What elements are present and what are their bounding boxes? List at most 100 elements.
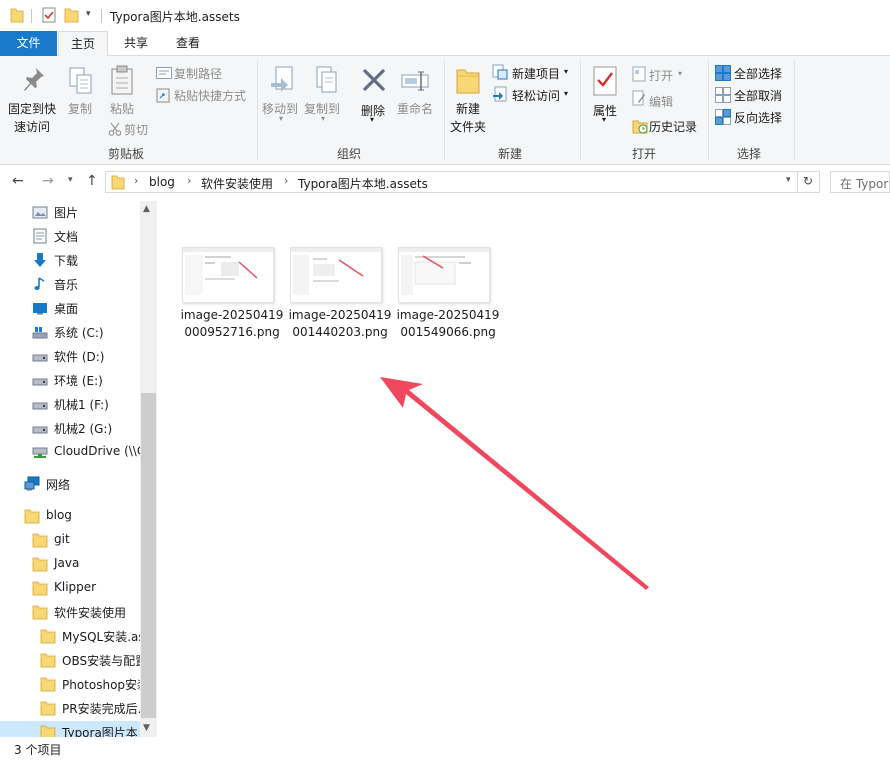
refresh-button[interactable]: ↻ xyxy=(798,171,820,193)
nav-item-drive-f[interactable]: 机械1 (F:) xyxy=(0,393,140,415)
file-list-view[interactable]: image-20250419000952716.png image-202504… xyxy=(157,201,890,737)
search-box[interactable]: 在 Typor xyxy=(830,171,890,193)
history-label: 历史记录 xyxy=(649,120,698,134)
group-label-clipboard: 剪贴板 xyxy=(108,147,145,161)
forward-arrow-icon[interactable]: → xyxy=(42,173,54,189)
download-icon xyxy=(32,252,48,268)
image-thumbnail xyxy=(182,247,274,303)
tab-share[interactable]: 共享 xyxy=(112,31,160,56)
file-name: image-20250419000952716.png xyxy=(180,308,284,339)
nav-item-typora-assets[interactable]: Typora图片本 xyxy=(0,721,140,737)
history-icon xyxy=(632,118,648,137)
scroll-up-icon[interactable]: ▲ xyxy=(143,204,150,214)
open-dropdown-icon: ▾ xyxy=(678,69,683,78)
nav-item-desktop[interactable]: 桌面 xyxy=(0,297,140,319)
file-item[interactable]: image-20250419001549066.png xyxy=(393,247,499,367)
nav-item-music[interactable]: 音乐 xyxy=(0,273,140,295)
nav-item-klipper[interactable]: Klipper xyxy=(0,577,140,599)
scrollbar-thumb[interactable] xyxy=(141,393,156,718)
invert-selection-icon xyxy=(715,109,731,128)
up-arrow-icon[interactable]: ↑ xyxy=(86,173,98,189)
open-icon xyxy=(632,66,646,85)
new-folder-label-line2: 文件夹 xyxy=(450,120,487,134)
pin-icon xyxy=(22,66,46,97)
network-drive-icon xyxy=(32,444,48,460)
network-icon xyxy=(24,476,40,492)
invert-selection-label: 反向选择 xyxy=(734,111,783,125)
nav-item-downloads[interactable]: 下载 xyxy=(0,249,140,271)
properties-quick-access-icon[interactable] xyxy=(41,7,57,26)
back-arrow-icon[interactable]: ← xyxy=(12,173,24,189)
select-all-label: 全部选择 xyxy=(734,67,783,81)
system-drive-icon xyxy=(32,324,48,340)
tab-view[interactable]: 查看 xyxy=(164,31,212,56)
new-item-label: 新建项目 xyxy=(512,67,561,81)
nav-item-drive-c[interactable]: 系统 (C:) xyxy=(0,321,140,343)
customize-quick-access-icon[interactable]: ▾ xyxy=(86,9,91,19)
ribbon-tabs: 文件 主页 共享 查看 xyxy=(0,31,890,57)
breadcrumb-current[interactable]: Typora图片本地.assets xyxy=(298,175,428,192)
nav-item-obs[interactable]: OBS安装与配置 xyxy=(0,649,140,671)
folder-icon xyxy=(40,628,56,644)
navigation-pane[interactable]: 图片 文档 下载 音乐 桌面 系统 (C:) 软件 (D:) 环境 (E:) 机… xyxy=(0,201,157,737)
breadcrumb-separator-icon[interactable]: › xyxy=(134,174,138,187)
music-icon xyxy=(32,276,48,292)
nav-item-drive-g[interactable]: 机械2 (G:) xyxy=(0,417,140,439)
nav-item-pr[interactable]: PR安装完成后. xyxy=(0,697,140,719)
delete-dropdown-icon: ▾ xyxy=(370,115,375,124)
folder-icon xyxy=(32,604,48,620)
breadcrumb-separator-icon[interactable]: › xyxy=(284,174,288,187)
select-all-icon xyxy=(715,65,731,84)
folder-icon xyxy=(32,532,48,548)
breadcrumb-software[interactable]: 软件安装使用 xyxy=(201,175,273,192)
address-bar[interactable]: › blog › 软件安装使用 › Typora图片本地.assets ▾ xyxy=(105,171,798,193)
folder-icon xyxy=(40,700,56,716)
file-item[interactable]: image-20250419001440203.png xyxy=(285,247,391,367)
group-label-organize: 组织 xyxy=(337,147,362,161)
copy-to-dropdown-icon: ▾ xyxy=(321,114,326,123)
nav-item-software[interactable]: 软件安装使用 xyxy=(0,601,140,623)
folder-icon xyxy=(32,580,48,596)
ribbon-home: 固定到快 速访问 复制 粘贴 复制路径 粘贴快捷方式 剪切 剪贴板 移动到 ▾ … xyxy=(0,56,890,165)
nav-item-mysql[interactable]: MySQL安装.as xyxy=(0,625,140,647)
scroll-down-icon[interactable]: ▼ xyxy=(143,723,150,733)
file-name: image-20250419001440203.png xyxy=(288,308,392,339)
nav-item-documents[interactable]: 文档 xyxy=(0,225,140,247)
nav-item-photoshop[interactable]: Photoshop安装 xyxy=(0,673,140,695)
breadcrumb-blog[interactable]: blog xyxy=(149,175,175,189)
folder-icon xyxy=(32,556,48,572)
nav-item-drive-e[interactable]: 环境 (E:) xyxy=(0,369,140,391)
tab-home[interactable]: 主页 xyxy=(58,31,108,57)
scissors-icon xyxy=(108,122,122,139)
move-to-dropdown-icon: ▾ xyxy=(279,114,284,123)
nav-item-pictures[interactable]: 图片 xyxy=(0,201,140,223)
delete-x-icon xyxy=(361,67,387,96)
nav-item-clouddrive[interactable]: CloudDrive (\\C xyxy=(0,441,140,463)
group-label-new: 新建 xyxy=(498,147,523,161)
nav-item-blog[interactable]: blog xyxy=(0,505,140,527)
breadcrumb-separator-icon[interactable]: › xyxy=(187,174,191,187)
nav-item-network[interactable]: 网络 xyxy=(0,473,140,495)
new-folder-label-line1: 新建 xyxy=(456,102,481,116)
copy-icon xyxy=(68,66,94,99)
drive-icon xyxy=(32,396,48,412)
address-folder-icon xyxy=(111,174,125,193)
desktop-icon xyxy=(32,300,48,316)
address-dropdown-icon[interactable]: ▾ xyxy=(786,175,791,185)
nav-scrollbar[interactable]: ▲ ▼ xyxy=(140,201,157,737)
nav-item-drive-d[interactable]: 软件 (D:) xyxy=(0,345,140,367)
drive-icon xyxy=(32,420,48,436)
properties-dropdown-icon: ▾ xyxy=(602,115,607,124)
image-thumbnail xyxy=(398,247,490,303)
title-bar: ▾ Typora图片本地.assets xyxy=(0,0,890,31)
folder-icon xyxy=(40,676,56,692)
recent-locations-chevron-icon[interactable]: ▾ xyxy=(68,175,73,185)
nav-item-java[interactable]: Java xyxy=(0,553,140,575)
nav-item-git[interactable]: git xyxy=(0,529,140,551)
rename-label: 重命名 xyxy=(397,102,434,116)
file-item[interactable]: image-20250419000952716.png xyxy=(177,247,283,367)
new-folder-quick-access-icon[interactable] xyxy=(64,7,80,26)
copy-path-label: 复制路径 xyxy=(174,67,223,81)
paste-icon xyxy=(110,64,136,99)
tab-file[interactable]: 文件 xyxy=(0,31,57,56)
